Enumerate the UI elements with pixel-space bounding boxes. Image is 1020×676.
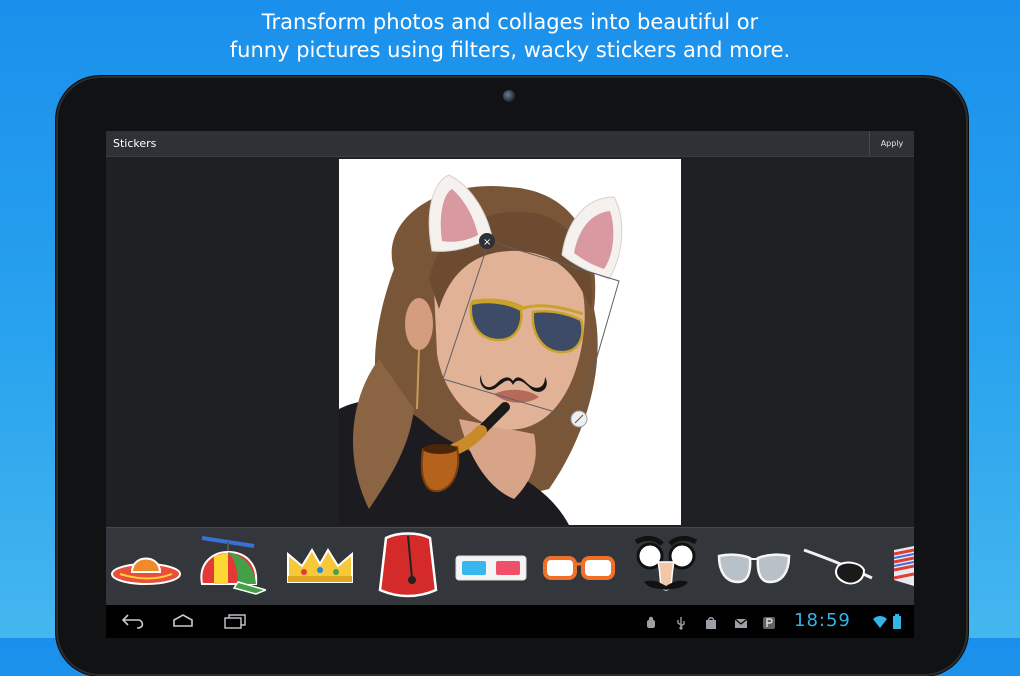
system-navigation-bar: 18:59 bbox=[106, 605, 914, 638]
home-icon[interactable] bbox=[168, 611, 198, 631]
tray-fez-sticker[interactable] bbox=[368, 530, 444, 602]
mustache-sticker[interactable] bbox=[477, 369, 549, 403]
tray-groucho-glasses-sticker[interactable] bbox=[628, 532, 704, 602]
action-bar-title: Stickers bbox=[113, 137, 157, 150]
headline: Transform photos and collages into beaut… bbox=[0, 8, 1020, 64]
tray-3d-glasses-sticker[interactable] bbox=[454, 554, 528, 582]
headline-line-2: funny pictures using filters, wacky stic… bbox=[229, 38, 791, 62]
tray-crown-sticker[interactable] bbox=[284, 546, 356, 588]
action-bar: Stickers Apply bbox=[106, 131, 914, 157]
tray-eye-patch-sticker[interactable] bbox=[802, 544, 876, 588]
tray-aviator-sunglasses-sticker[interactable] bbox=[716, 550, 792, 586]
wifi-icon bbox=[873, 616, 887, 628]
android-debug-icon bbox=[647, 616, 655, 628]
battery-icon bbox=[893, 614, 901, 629]
recent-apps-icon[interactable] bbox=[220, 611, 250, 631]
svg-text:×: × bbox=[483, 237, 491, 248]
pipe-sticker[interactable] bbox=[417, 399, 517, 499]
editor-canvas: × bbox=[106, 157, 914, 527]
front-camera-icon bbox=[503, 90, 515, 102]
mail-icon bbox=[734, 618, 748, 628]
tablet-screen: Stickers Apply × 18:59 bbox=[106, 131, 914, 638]
back-icon[interactable] bbox=[120, 611, 146, 631]
sticker-tray[interactable] bbox=[106, 527, 914, 606]
p-notification-icon bbox=[763, 617, 775, 629]
tray-propeller-cap-sticker[interactable] bbox=[194, 532, 266, 598]
usb-icon bbox=[677, 617, 685, 630]
tray-striped-sticker[interactable] bbox=[890, 546, 914, 586]
tray-orange-glasses-sticker[interactable] bbox=[542, 554, 616, 584]
photo-canvas[interactable]: × bbox=[339, 159, 681, 525]
apply-button[interactable]: Apply bbox=[869, 131, 914, 156]
shopping-bag-icon bbox=[706, 617, 716, 629]
tray-sombrero-sticker[interactable] bbox=[110, 544, 182, 586]
status-clock: 18:59 bbox=[794, 610, 851, 631]
sunglasses-sticker[interactable] bbox=[467, 294, 587, 358]
headline-line-1: Transform photos and collages into beaut… bbox=[261, 10, 759, 34]
